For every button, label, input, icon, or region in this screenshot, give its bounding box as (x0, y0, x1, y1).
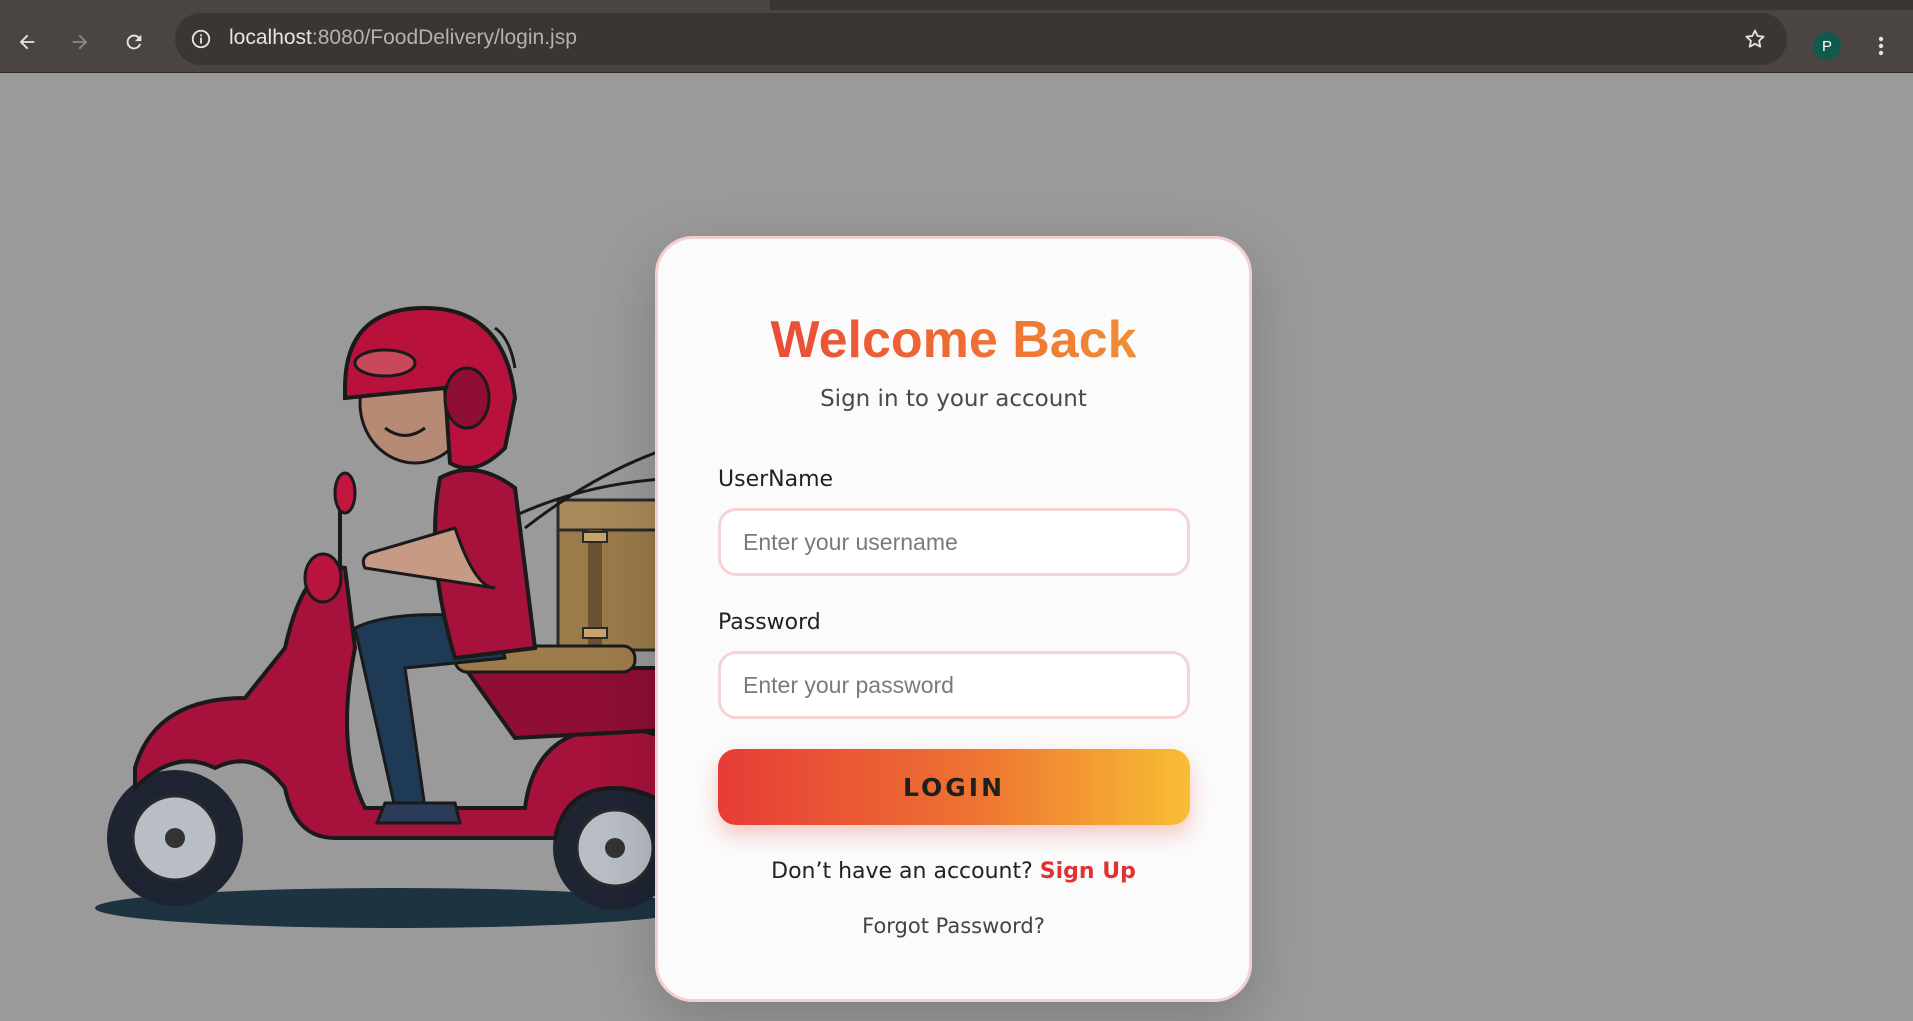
info-icon[interactable] (187, 25, 215, 53)
page-body: Welcome Back Sign in to your account Use… (0, 73, 1913, 1021)
signup-prompt-text: Don’t have an account? (771, 859, 1033, 884)
forgot-password-link[interactable]: Forgot Password? (658, 914, 1249, 938)
back-arrow-icon[interactable] (10, 25, 44, 59)
active-tab[interactable] (0, 0, 770, 10)
login-card: Welcome Back Sign in to your account Use… (655, 236, 1252, 1002)
address-bar[interactable]: localhost:8080/FoodDelivery/login.jsp (175, 13, 1787, 65)
delivery-scooter-illustration (95, 305, 675, 928)
url-path: :8080/FoodDelivery/login.jsp (311, 26, 577, 49)
reload-icon[interactable] (117, 25, 151, 59)
password-input[interactable] (718, 651, 1190, 719)
url-host: localhost (229, 26, 312, 49)
page-title: Welcome Back (658, 309, 1249, 371)
username-label: UserName (718, 467, 834, 492)
tab-strip (0, 0, 1913, 10)
page-subtitle: Sign in to your account (820, 386, 1087, 412)
browser-toolbar: localhost:8080/FoodDelivery/login.jsp P (0, 10, 1913, 73)
profile-avatar[interactable]: P (1813, 32, 1841, 60)
more-vertical-icon[interactable] (1866, 30, 1896, 62)
password-label: Password (718, 610, 821, 635)
signup-link[interactable]: Sign Up (1040, 859, 1136, 884)
url-text[interactable]: localhost:8080/FoodDelivery/login.jsp (229, 26, 577, 50)
login-button[interactable]: LOGIN (718, 749, 1190, 825)
forward-arrow-icon[interactable] (63, 25, 97, 59)
signup-prompt-line: Don’t have an account? Sign Up (658, 859, 1249, 884)
username-input[interactable] (718, 508, 1190, 576)
star-icon[interactable] (1741, 25, 1769, 53)
